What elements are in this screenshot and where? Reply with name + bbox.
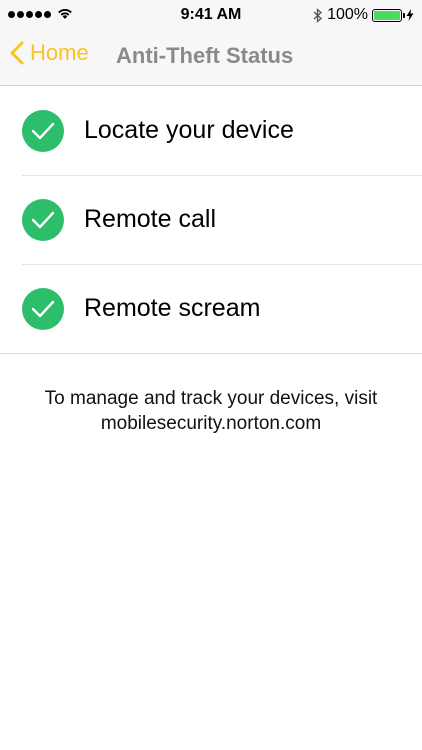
navigation-bar: Home Anti-Theft Status <box>0 30 422 86</box>
check-circle-icon <box>22 287 64 330</box>
status-bar: 9:41 AM 100% <box>0 0 422 30</box>
chevron-left-icon <box>10 41 24 65</box>
feature-status-list: Locate your device Remote call Remote sc… <box>0 86 422 354</box>
list-item-remote-scream: Remote scream <box>0 264 422 353</box>
back-button-label: Home <box>30 40 89 65</box>
list-item-label: Remote call <box>84 205 216 233</box>
check-circle-icon <box>22 109 64 152</box>
list-item-label: Locate your device <box>84 116 294 144</box>
page-title: Anti-Theft Status <box>116 43 294 68</box>
norton-website-link[interactable]: mobilesecurity.norton.com <box>0 411 422 436</box>
list-item-locate-device: Locate your device <box>0 86 422 175</box>
check-circle-icon <box>22 198 64 241</box>
bluetooth-icon <box>313 7 323 23</box>
battery-icon <box>372 8 405 22</box>
note-text: To manage and track your devices, visit <box>44 388 378 409</box>
manage-devices-note: To manage and track your devices, visit … <box>0 386 422 436</box>
battery-percent: 100% <box>327 6 368 23</box>
charging-bolt-icon <box>406 9 414 21</box>
status-right: 100% <box>313 6 414 24</box>
battery-fill <box>374 10 400 20</box>
list-item-label: Remote scream <box>84 294 261 322</box>
back-button[interactable]: Home <box>10 40 89 66</box>
list-item-remote-call: Remote call <box>0 175 422 264</box>
